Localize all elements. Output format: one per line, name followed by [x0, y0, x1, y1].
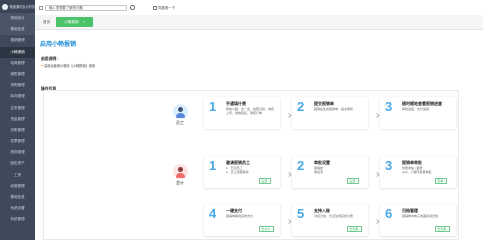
company-icon — [153, 5, 157, 10]
step-description: 报销单审批完成支付 — [226, 214, 254, 218]
close-tab-icon[interactable]: × — [83, 20, 85, 24]
step-description: 审批进度、支付进度 — [402, 107, 430, 111]
step-description: 对接日常、凭证生成完成记账 — [314, 214, 354, 218]
step-card[interactable]: 5 支持入账 对接日常、凭证生成完成记账 去查看 › — [292, 204, 368, 236]
arrow-right-icon — [287, 172, 292, 177]
step-card[interactable]: 2 审批设置 报销类 审批流 设置 › — [292, 156, 368, 188]
app-logo[interactable]: 畅捷通好会计财务 — [0, 0, 35, 13]
arrow-right-icon — [375, 172, 380, 177]
role-label: 员工 — [176, 120, 184, 125]
step-number: 2 — [297, 158, 305, 173]
sidebar-item[interactable]: 库存管理 — [0, 91, 35, 102]
main-content: 启用小畅报销 启用说明： 启用后使用小程序【小畅报销】费用 操作引导 员工 会计… — [35, 30, 483, 240]
tab-home[interactable]: 首页 — [39, 17, 54, 27]
description-title: 启用说明： — [41, 57, 60, 61]
bullet-icon — [41, 64, 43, 67]
step-number: 4 — [209, 206, 217, 221]
description-box: 启用后使用小程序【小畅报销】费用 — [41, 63, 471, 75]
arrow-right-icon — [375, 219, 380, 224]
sidebar-item[interactable]: 固定资产 — [0, 158, 35, 169]
sidebar-item[interactable]: 销售管理 — [0, 69, 35, 80]
arrow-right-icon — [287, 219, 292, 224]
logo-text: 畅捷通好会计财务 — [9, 5, 36, 9]
sidebar-item[interactable]: 发票管理 — [0, 136, 35, 147]
operation-guide-panel: 员工 会计 1 手通填什费 微信小程、会一会、拍照识别、电费上传，微信链接、审核打单… — [43, 90, 459, 240]
tab-label: 小畅报销 — [64, 20, 79, 24]
top-bar: 输入您想要了解的问题 同集团一下 — [35, 0, 483, 15]
step-action-button[interactable]: 去查看 › — [347, 226, 363, 232]
sidebar-item[interactable]: 经营管理 — [0, 181, 35, 192]
step-card[interactable]: 6 归档管理 报销单中电子发票自动归档 去查看 › — [380, 204, 456, 236]
step-card[interactable]: 4 一键支付 报销单审批完成支付 去支付 › — [204, 204, 280, 236]
page-title: 启用小畅报销 — [40, 42, 77, 48]
employee-avatar-icon — [172, 104, 188, 119]
role-employee: 员工 — [170, 104, 190, 126]
search-icon[interactable] — [130, 5, 135, 10]
tab-xiaochang-reimburse[interactable]: 小畅报销 × — [56, 17, 93, 27]
step-number: 6 — [385, 206, 393, 221]
role-label: 会计 — [176, 180, 184, 185]
sidebar-item[interactable]: 基础信息 — [0, 24, 35, 36]
sidebar-item[interactable]: 工资 — [0, 170, 35, 181]
sidebar-item[interactable]: 税务管理 — [0, 147, 35, 158]
sidebar-item[interactable]: 报销管理 — [0, 35, 35, 46]
step-description: 1、已同员工 2、员工线路邀请 — [226, 166, 249, 174]
step-action-button[interactable]: 去查看 › — [435, 226, 451, 232]
sidebar-item[interactable]: 电商管理 — [0, 58, 35, 69]
step-description: 报销类 审批流 — [314, 166, 324, 174]
step-number: 3 — [385, 158, 393, 173]
sidebar-item[interactable]: 系统设置 — [0, 203, 35, 214]
step-card[interactable]: 1 手通填什费 微信小程、会一会、拍照识别、电费上传，微信链接、审核打单 — [204, 97, 280, 129]
sidebar-item[interactable]: 小畅报销 — [0, 46, 35, 58]
sidebar-item[interactable]: 基础信息 — [0, 192, 35, 203]
arrow-right-icon — [375, 113, 380, 118]
arrow-right-icon — [287, 113, 292, 118]
step-card[interactable]: 3 报销单审批 批量收缩 / 报账 web、小程序批量审批 查看 › — [380, 156, 456, 188]
step-number: 1 — [209, 158, 217, 173]
step-description: 报销单中电子发票自动归档 — [402, 214, 439, 218]
step-action-button[interactable]: 去支付 › — [259, 226, 275, 232]
step-action-button[interactable]: 查看 › — [435, 178, 448, 184]
search-input[interactable]: 输入您想要了解的问题 — [45, 4, 127, 11]
sidebar-item[interactable]: 往来管理 — [0, 103, 35, 114]
step-card[interactable]: 3 随时随地查看报销进度 审批进度、支付进度 — [380, 97, 456, 129]
collapse-menu-icon[interactable] — [39, 5, 43, 10]
sidebar-item[interactable]: 系统管理 — [0, 214, 35, 225]
sidebar-item[interactable]: 采购管理 — [0, 80, 35, 91]
sidebar-item[interactable]: 总账管理 — [0, 125, 35, 136]
search-input-value: 输入您想要了解的问题 — [49, 6, 83, 10]
step-number: 1 — [209, 99, 217, 114]
step-number: 3 — [385, 99, 393, 114]
step-card[interactable]: 1 邀请报销员工 1、已同员工 2、员工线路邀请 设置 › — [204, 156, 280, 188]
sidebar-item[interactable]: 常用统计 — [0, 13, 35, 25]
step-action-button[interactable]: 设置 › — [259, 178, 272, 184]
sidebar: 畅捷通好会计财务 常用统计 基础信息 报销管理 小畅报销 电商管理 销售管理 采购管理 库存管… — [0, 0, 35, 240]
step-number: 2 — [297, 99, 305, 114]
logo-icon — [2, 3, 8, 10]
sidebar-item[interactable]: 资金管理 — [0, 114, 35, 125]
company-switcher[interactable]: 同集团一下 — [153, 5, 175, 10]
step-card[interactable]: 2 提交报销单 报销后生成报销单、提交审核 — [292, 97, 368, 129]
step-number: 5 — [297, 206, 305, 221]
description-text: 启用后使用小程序【小畅报销】费用 — [44, 64, 96, 68]
step-action-button[interactable]: 设置 › — [347, 178, 360, 184]
company-name: 同集团一下 — [158, 6, 175, 10]
step-description: 微信小程、会一会、拍照识别、电费上传，微信链接、审核打单 — [226, 107, 275, 115]
role-accountant: 会计 — [170, 164, 190, 186]
step-description: 报销后生成报销单、提交审核 — [314, 107, 354, 111]
tab-bar: 首页 小畅报销 × — [35, 15, 483, 30]
step-description: 批量收缩 / 报账 web、小程序批量审批 — [402, 166, 432, 174]
accountant-avatar-icon — [172, 164, 188, 179]
